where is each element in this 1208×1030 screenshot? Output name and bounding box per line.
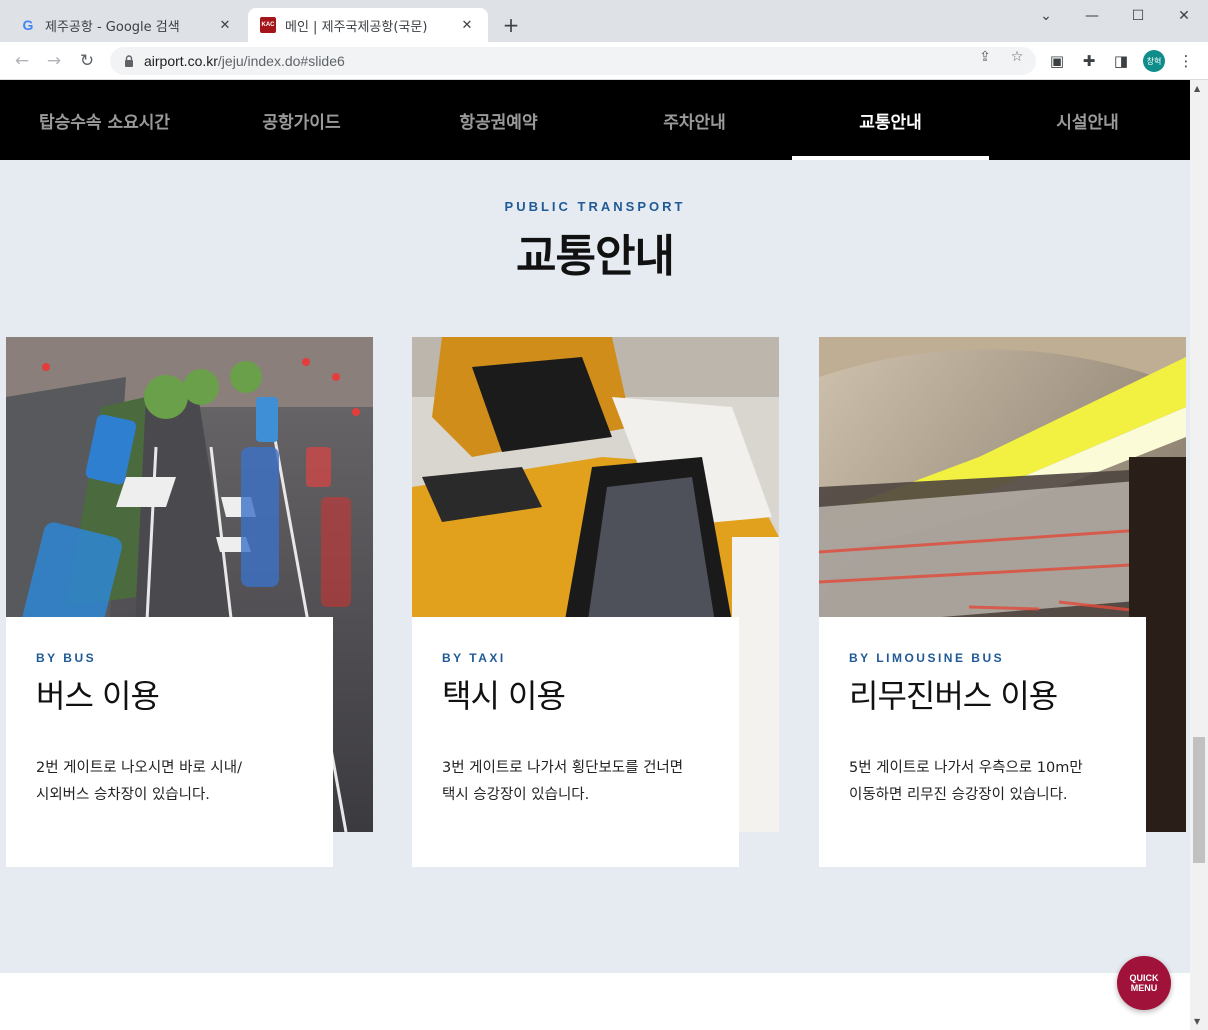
scroll-up-arrow-icon[interactable]: ▲ xyxy=(1194,84,1200,93)
scroll-down-arrow-icon[interactable]: ▼ xyxy=(1194,1017,1200,1026)
reload-icon[interactable]: ↻ xyxy=(75,49,99,73)
quick-menu-line2: MENU xyxy=(1130,983,1158,993)
card-title: 리무진버스 이용 xyxy=(849,677,1058,715)
card-description: 3번 게이트로 나가서 횡단보도를 건너면 택시 승강장이 있습니다. xyxy=(442,760,684,803)
tab-title: 제주공항 - Google 검색 xyxy=(45,19,180,35)
main-nav: 탑승수속 소요시간 공항가이드 항공권예약 주차안내 교통안내 시설안내 xyxy=(0,80,1190,160)
new-tab-button[interactable]: + xyxy=(498,12,524,38)
minimize-button[interactable]: — xyxy=(1069,0,1115,32)
nav-item-airport-guide[interactable]: 공항가이드 xyxy=(203,80,400,160)
quick-menu-label: QUICK MENU xyxy=(1130,973,1159,993)
section-title: 교통안내 xyxy=(516,231,675,282)
card-title: 택시 이용 xyxy=(442,677,566,715)
page-scrollbar[interactable]: ▲ ▼ xyxy=(1190,80,1208,1030)
back-icon[interactable]: ← xyxy=(10,49,34,73)
close-tab-icon[interactable]: ✕ xyxy=(216,16,234,34)
picture-in-picture-icon[interactable]: ▣ xyxy=(1045,49,1069,73)
transport-card-taxi[interactable]: BY TAXI 택시 이용 3번 게이트로 나가서 횡단보도를 건너면 택시 승… xyxy=(412,337,779,868)
section-eyebrow: PUBLIC TRANSPORT xyxy=(504,199,686,214)
url-text: airport.co.kr/jeju/index.do#slide6 xyxy=(144,53,345,69)
share-icon[interactable]: ⇪ xyxy=(976,48,994,66)
nav-item-ticket-booking[interactable]: 항공권예약 xyxy=(400,80,597,160)
card-description: 5번 게이트로 나가서 우측으로 10m만 이동하면 리무진 승강장이 있습니다… xyxy=(849,760,1083,803)
side-panel-icon[interactable]: ◨ xyxy=(1109,49,1133,73)
url-host: airport.co.kr xyxy=(144,53,218,69)
browser-tab-strip: G 제주공항 - Google 검색 ✕ KAC 메인 | 제주국제공항(국문)… xyxy=(0,0,1208,42)
card-eyebrow: BY TAXI xyxy=(442,651,506,665)
url-path: /jeju/index.do#slide6 xyxy=(217,53,345,69)
quick-menu-line1: QUICK xyxy=(1129,973,1159,983)
tab-title: 메인 | 제주국제공항(국문) xyxy=(285,19,428,35)
bookmark-star-icon[interactable]: ☆ xyxy=(1008,48,1026,66)
browser-tab-google[interactable]: G 제주공항 - Google 검색 ✕ xyxy=(8,8,246,42)
extensions-puzzle-icon[interactable]: ✚ xyxy=(1077,49,1101,73)
transport-card-bus[interactable]: BY BUS 버스 이용 2번 게이트로 나오시면 바로 시내/ 시외버스 승차… xyxy=(6,337,373,868)
forward-icon[interactable]: → xyxy=(42,49,66,73)
next-section-band xyxy=(0,973,1190,1030)
close-tab-icon[interactable]: ✕ xyxy=(458,16,476,34)
tab-search-icon[interactable]: ⌄ xyxy=(1023,0,1069,32)
maximize-button[interactable]: ☐ xyxy=(1115,0,1161,32)
quick-menu-button[interactable]: QUICK MENU xyxy=(1117,956,1171,1010)
browser-tab-jeju[interactable]: KAC 메인 | 제주국제공항(국문) ✕ xyxy=(248,8,488,42)
profile-avatar[interactable]: 창혁 xyxy=(1143,50,1165,72)
card-description: 2번 게이트로 나오시면 바로 시내/ 시외버스 승차장이 있습니다. xyxy=(36,760,242,803)
browser-toolbar: ← → ↻ airport.co.kr/jeju/index.do#slide6… xyxy=(0,42,1208,80)
address-bar[interactable]: airport.co.kr/jeju/index.do#slide6 xyxy=(110,47,1036,75)
kac-logo-icon: KAC xyxy=(260,17,276,33)
nav-item-facilities[interactable]: 시설안내 xyxy=(989,80,1186,160)
transport-card-limousine[interactable]: BY LIMOUSINE BUS 리무진버스 이용 5번 게이트로 나가서 우측… xyxy=(819,337,1186,868)
close-window-button[interactable]: ✕ xyxy=(1161,0,1207,32)
card-eyebrow: BY BUS xyxy=(36,651,97,665)
card-panel: BY BUS 버스 이용 2번 게이트로 나오시면 바로 시내/ 시외버스 승차… xyxy=(6,617,333,867)
nav-item-parking[interactable]: 주차안내 xyxy=(596,80,793,160)
card-title: 버스 이용 xyxy=(36,677,160,715)
card-panel: BY TAXI 택시 이용 3번 게이트로 나가서 횡단보도를 건너면 택시 승… xyxy=(412,617,739,867)
more-menu-icon[interactable]: ⋮ xyxy=(1174,49,1198,73)
nav-item-transport[interactable]: 교통안내 xyxy=(792,80,989,160)
scrollbar-thumb[interactable] xyxy=(1193,737,1205,863)
lock-icon xyxy=(125,55,133,67)
nav-item-boarding-time[interactable]: 탑승수속 소요시간 xyxy=(6,80,203,160)
card-eyebrow: BY LIMOUSINE BUS xyxy=(849,651,1005,665)
google-g-icon: G xyxy=(22,17,34,33)
card-panel: BY LIMOUSINE BUS 리무진버스 이용 5번 게이트로 나가서 우측… xyxy=(819,617,1146,867)
page-viewport: 탑승수속 소요시간 공항가이드 항공권예약 주차안내 교통안내 시설안내 PUB… xyxy=(0,80,1190,1030)
